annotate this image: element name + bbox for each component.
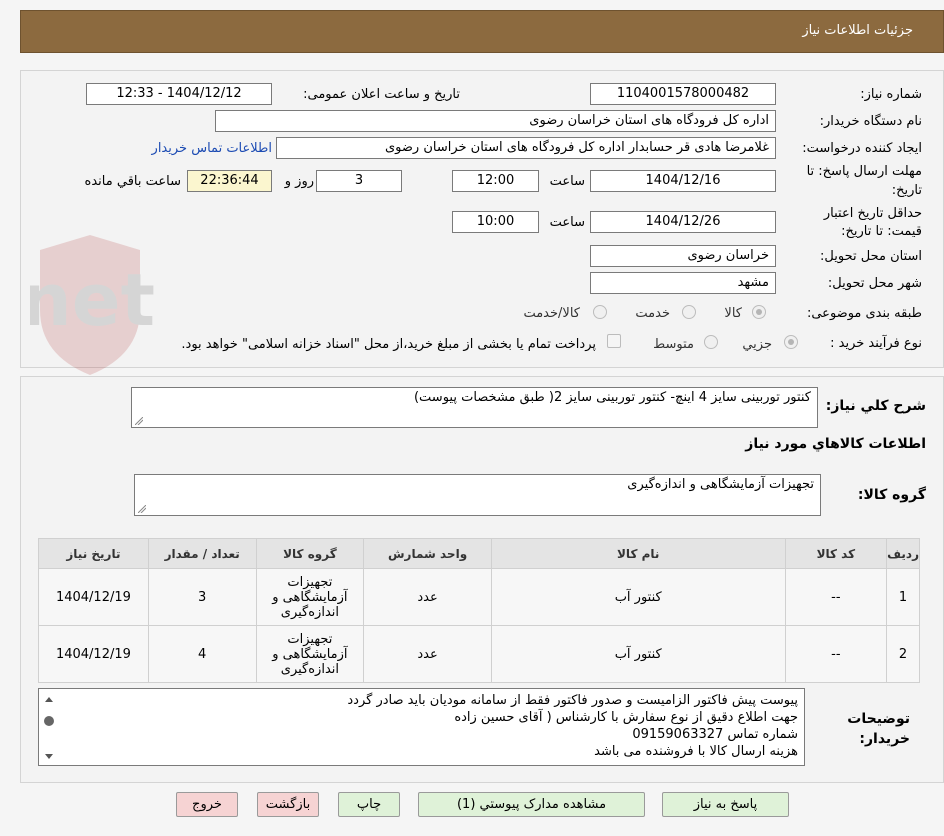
cell-group: تجهیزات آزمایشگاهی و اندازه‌گیری: [255, 568, 365, 626]
category-goods-service-label: کالا/خدمت: [523, 306, 580, 321]
notes-line: هزینه ارسال کالا با فروشنده می باشد: [594, 744, 798, 759]
scroll-down-icon: [45, 754, 53, 759]
category-goods-label: کالا: [724, 306, 742, 321]
remaining-time-label: ساعت باقي مانده: [84, 174, 181, 189]
province-label: استان محل تحویل:: [820, 249, 922, 264]
notes-line: جهت اطلاع دقیق از نوع سفارش با کارشناس (…: [454, 710, 798, 725]
validity-label-2: قیمت: تا تاریخ:: [841, 224, 922, 239]
treasury-bonds-checkbox[interactable]: [607, 334, 621, 348]
col-row-number: ردیف: [886, 538, 920, 569]
announce-datetime-label: تاریخ و ساعت اعلان عمومی:: [303, 87, 460, 102]
validity-date-field: 1404/12/26: [590, 211, 776, 233]
page-header: جزئیات اطلاعات نیاز: [20, 10, 944, 53]
province-field: خراسان رضوی: [590, 245, 776, 267]
buyer-notes-text: پیوست پیش فاکتور الزامیست و صدور فاکتور …: [68, 692, 798, 760]
category-goods-service-radio[interactable]: [593, 305, 607, 319]
buyer-notes-label-2: خریدار:: [859, 731, 910, 747]
city-field: مشهد: [590, 272, 776, 294]
goods-group-textarea: تجهیزات آزمایشگاهی و اندازه‌گیری: [134, 474, 821, 516]
col-group: گروه کالا: [255, 538, 365, 569]
scroll-up-icon: [45, 697, 53, 702]
resize-grip-icon[interactable]: [135, 417, 143, 425]
table-header-row: ردیف کد کالا نام کالا واحد شمارش گروه کا…: [38, 538, 920, 569]
summary-text: کنتور توربینی سایز 4 اینچ- کنتور توربینی…: [413, 390, 811, 405]
print-button[interactable]: چاپ: [338, 792, 400, 817]
col-quantity: تعداد / مقدار: [147, 538, 257, 569]
cell-group: تجهیزات آزمایشگاهی و اندازه‌گیری: [255, 625, 365, 683]
cell-row-number: 1: [886, 568, 920, 626]
buyer-org-field: اداره کل فرودگاه های استان خراسان رضوی: [215, 110, 776, 132]
need-number-field: 1104001578000482: [590, 83, 776, 105]
buyer-notes-textarea[interactable]: پیوست پیش فاکتور الزامیست و صدور فاکتور …: [38, 688, 805, 766]
summary-textarea: کنتور توربینی سایز 4 اینچ- کنتور توربینی…: [131, 387, 818, 428]
requester-label: ایجاد کننده درخواست:: [802, 141, 922, 156]
resize-grip-icon[interactable]: [138, 505, 146, 513]
back-button[interactable]: بازگشت: [257, 792, 319, 817]
cell-row-number: 2: [886, 625, 920, 683]
category-goods-radio[interactable]: [752, 305, 766, 319]
need-number-label: شماره نیاز:: [860, 87, 922, 102]
buyer-notes-label: توضیحات: [847, 711, 910, 727]
treasury-bonds-note: پرداخت تمام یا بخشی از مبلغ خرید،از محل …: [181, 337, 596, 352]
category-label: طبقه بندی موضوعی:: [806, 306, 922, 321]
cell-quantity: 3: [147, 568, 257, 626]
validity-time-field: 10:00: [452, 211, 539, 233]
validity-label: حداقل تاریخ اعتبار: [823, 206, 922, 221]
days-label: روز و: [284, 174, 314, 189]
buyer-org-label: نام دستگاه خریدار:: [819, 114, 922, 129]
goods-group-label: گروه کالا:: [857, 487, 926, 503]
cell-need-date: 1404/12/19: [38, 568, 149, 626]
col-item-code: کد کالا: [784, 538, 888, 569]
reply-button[interactable]: پاسخ به نیاز: [662, 792, 789, 817]
scroll-thumb-icon: [44, 716, 54, 726]
purchase-medium-radio[interactable]: [704, 335, 718, 349]
notes-scrollbar[interactable]: [41, 691, 57, 765]
table-row: 2 -- کنتور آب عدد تجهیزات آزمایشگاهی و ا…: [38, 625, 920, 683]
purchase-minor-radio[interactable]: [784, 335, 798, 349]
cell-unit: عدد: [363, 568, 492, 626]
goods-table: ردیف کد کالا نام کالا واحد شمارش گروه کا…: [38, 538, 920, 683]
announce-datetime-field: 1404/12/12 - 12:33: [86, 83, 272, 105]
table-row: 1 -- کنتور آب عدد تجهیزات آزمایشگاهی و ا…: [38, 568, 920, 626]
deadline-time-field: 12:00: [452, 170, 539, 192]
category-service-radio[interactable]: [682, 305, 696, 319]
purchase-medium-label: متوسط: [653, 337, 694, 352]
deadline-time-label: ساعت: [549, 174, 585, 189]
cell-need-date: 1404/12/19: [38, 625, 149, 683]
col-need-date: تاریخ نیاز: [38, 538, 149, 569]
summary-label: شرح کلي نیاز:: [825, 398, 926, 414]
cell-unit: عدد: [363, 625, 492, 683]
col-item-name: نام کالا: [490, 538, 786, 569]
deadline-label: مهلت ارسال پاسخ: تا: [806, 164, 922, 179]
remaining-time-field: 22:36:44: [187, 170, 272, 192]
requester-field: غلامرضا هادی قر حسابدار اداره کل فرودگاه…: [276, 137, 776, 159]
goods-group-text: تجهیزات آزمایشگاهی و اندازه‌گیری: [627, 477, 814, 492]
goods-info-title: اطلاعات کالاهاي مورد نیاز: [745, 436, 926, 452]
purchase-minor-label: جزیي: [742, 337, 772, 352]
validity-time-label: ساعت: [549, 215, 585, 230]
notes-line: شماره تماس 09159063327: [632, 727, 798, 742]
deadline-date-field: 1404/12/16: [590, 170, 776, 192]
cell-item-name: کنتور آب: [490, 625, 786, 683]
page-title: جزئیات اطلاعات نیاز: [802, 23, 913, 38]
purchase-type-label: نوع فرآیند خرید :: [830, 336, 922, 351]
cell-item-name: کنتور آب: [490, 568, 786, 626]
deadline-label-2: تاریخ:: [891, 183, 922, 198]
notes-line: پیوست پیش فاکتور الزامیست و صدور فاکتور …: [347, 693, 798, 708]
cell-item-code: --: [784, 625, 888, 683]
category-service-label: خدمت: [635, 306, 670, 321]
buyer-contact-link[interactable]: اطلاعات تماس خریدار: [152, 141, 272, 156]
view-attachments-button[interactable]: مشاهده مدارک پیوستي (1): [418, 792, 645, 817]
exit-button[interactable]: خروج: [176, 792, 238, 817]
city-label: شهر محل تحویل:: [827, 276, 922, 291]
col-unit: واحد شمارش: [363, 538, 492, 569]
cell-item-code: --: [784, 568, 888, 626]
days-field: 3: [316, 170, 402, 192]
cell-quantity: 4: [147, 625, 257, 683]
